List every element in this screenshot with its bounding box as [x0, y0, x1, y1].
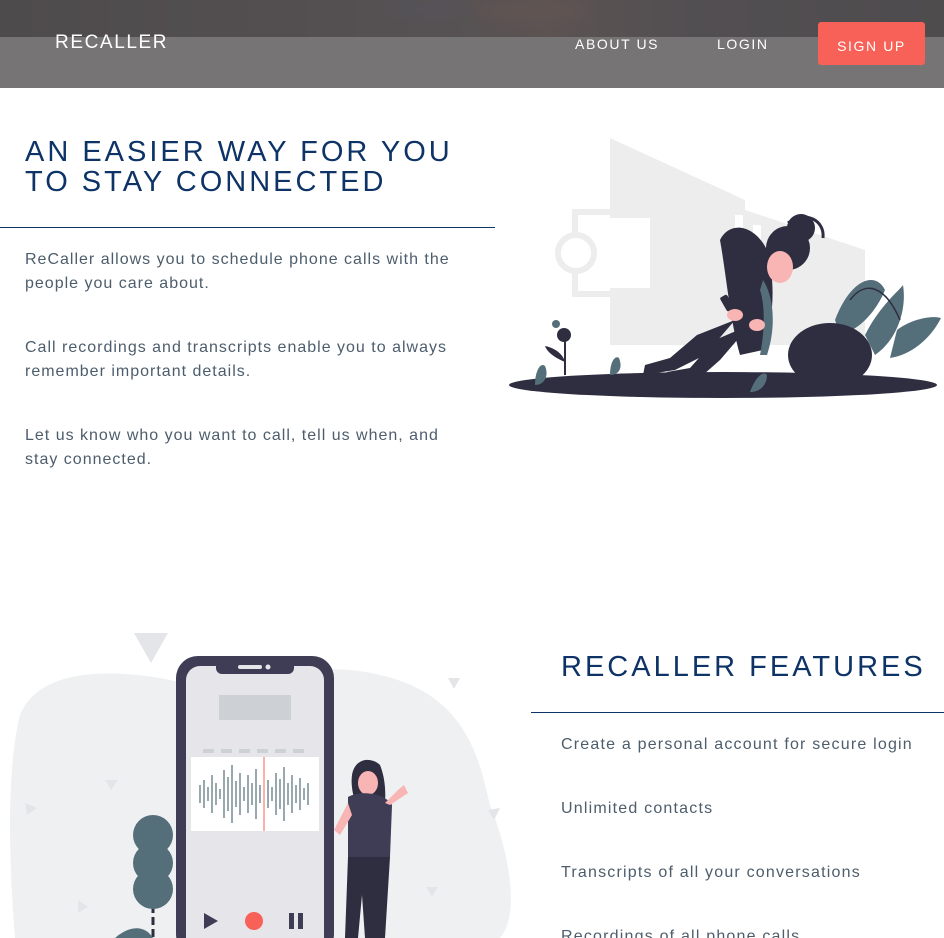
navbar: RECALLER ABOUT US LOGIN SIGN UP	[0, 0, 944, 88]
features-heading: RECALLER FEATURES	[561, 651, 926, 683]
intro-heading: AN EASIER WAY FOR YOU TO STAY CONNECTED	[25, 137, 485, 197]
record-icon[interactable]	[245, 912, 263, 930]
nav-login[interactable]: LOGIN	[717, 36, 769, 52]
intro-paragraph: Call recordings and transcripts enable y…	[25, 339, 447, 380]
feature-item: Unlimited contacts	[561, 800, 714, 817]
brand-logo[interactable]: RECALLER	[55, 32, 168, 54]
intro-paragraph: ReCaller allows you to schedule phone ca…	[25, 251, 450, 292]
signup-button[interactable]: SIGN UP	[818, 22, 925, 65]
intro-heading-line2: TO STAY CONNECTED	[25, 166, 387, 198]
intro-heading-line1: AN EASIER WAY FOR YOU	[25, 136, 453, 168]
feature-item: Recordings of all phone calls	[561, 928, 801, 938]
phone-recording-illustration	[10, 633, 511, 938]
feature-item: Create a personal account for secure log…	[561, 736, 913, 753]
feature-item: Transcripts of all your conversations	[561, 864, 861, 881]
divider	[0, 227, 495, 228]
nav-about-us[interactable]: ABOUT US	[575, 36, 659, 52]
divider	[531, 712, 944, 713]
woman-on-phone-illustration	[509, 138, 941, 398]
intro-paragraph: Let us know who you want to call, tell u…	[25, 427, 439, 468]
